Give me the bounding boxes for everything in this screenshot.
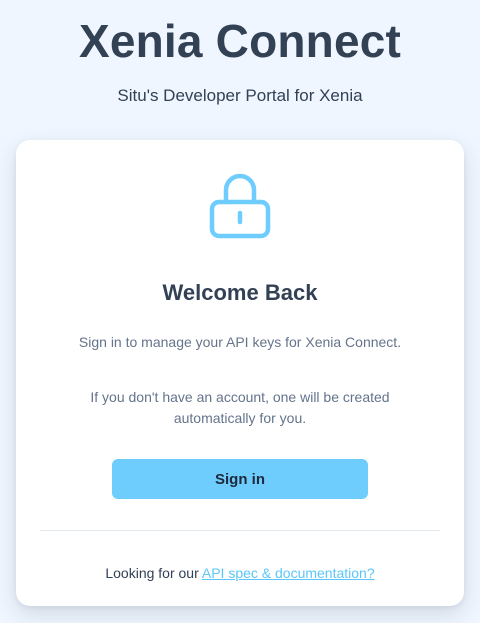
footer-text: Looking for our API spec & documentation… bbox=[16, 565, 464, 581]
app-subtitle: Situ's Developer Portal for Xenia bbox=[117, 86, 363, 105]
app-title: Xenia Connect bbox=[78, 15, 402, 67]
signin-description: Sign in to manage your API keys for Xeni… bbox=[78, 334, 402, 350]
footer-prefix: Looking for our bbox=[105, 565, 202, 581]
account-creation-note: If you don't have an account, one will b… bbox=[90, 389, 390, 426]
welcome-heading: Welcome Back bbox=[162, 280, 318, 305]
api-docs-link[interactable]: API spec & documentation? bbox=[202, 565, 375, 581]
divider bbox=[40, 530, 440, 531]
signin-button[interactable]: Sign in bbox=[112, 459, 368, 499]
lock-icon bbox=[209, 173, 271, 239]
login-page: Xenia Connect Situ's Developer Portal fo… bbox=[0, 0, 480, 623]
signin-card: Welcome Back Sign in to manage your API … bbox=[16, 140, 464, 606]
